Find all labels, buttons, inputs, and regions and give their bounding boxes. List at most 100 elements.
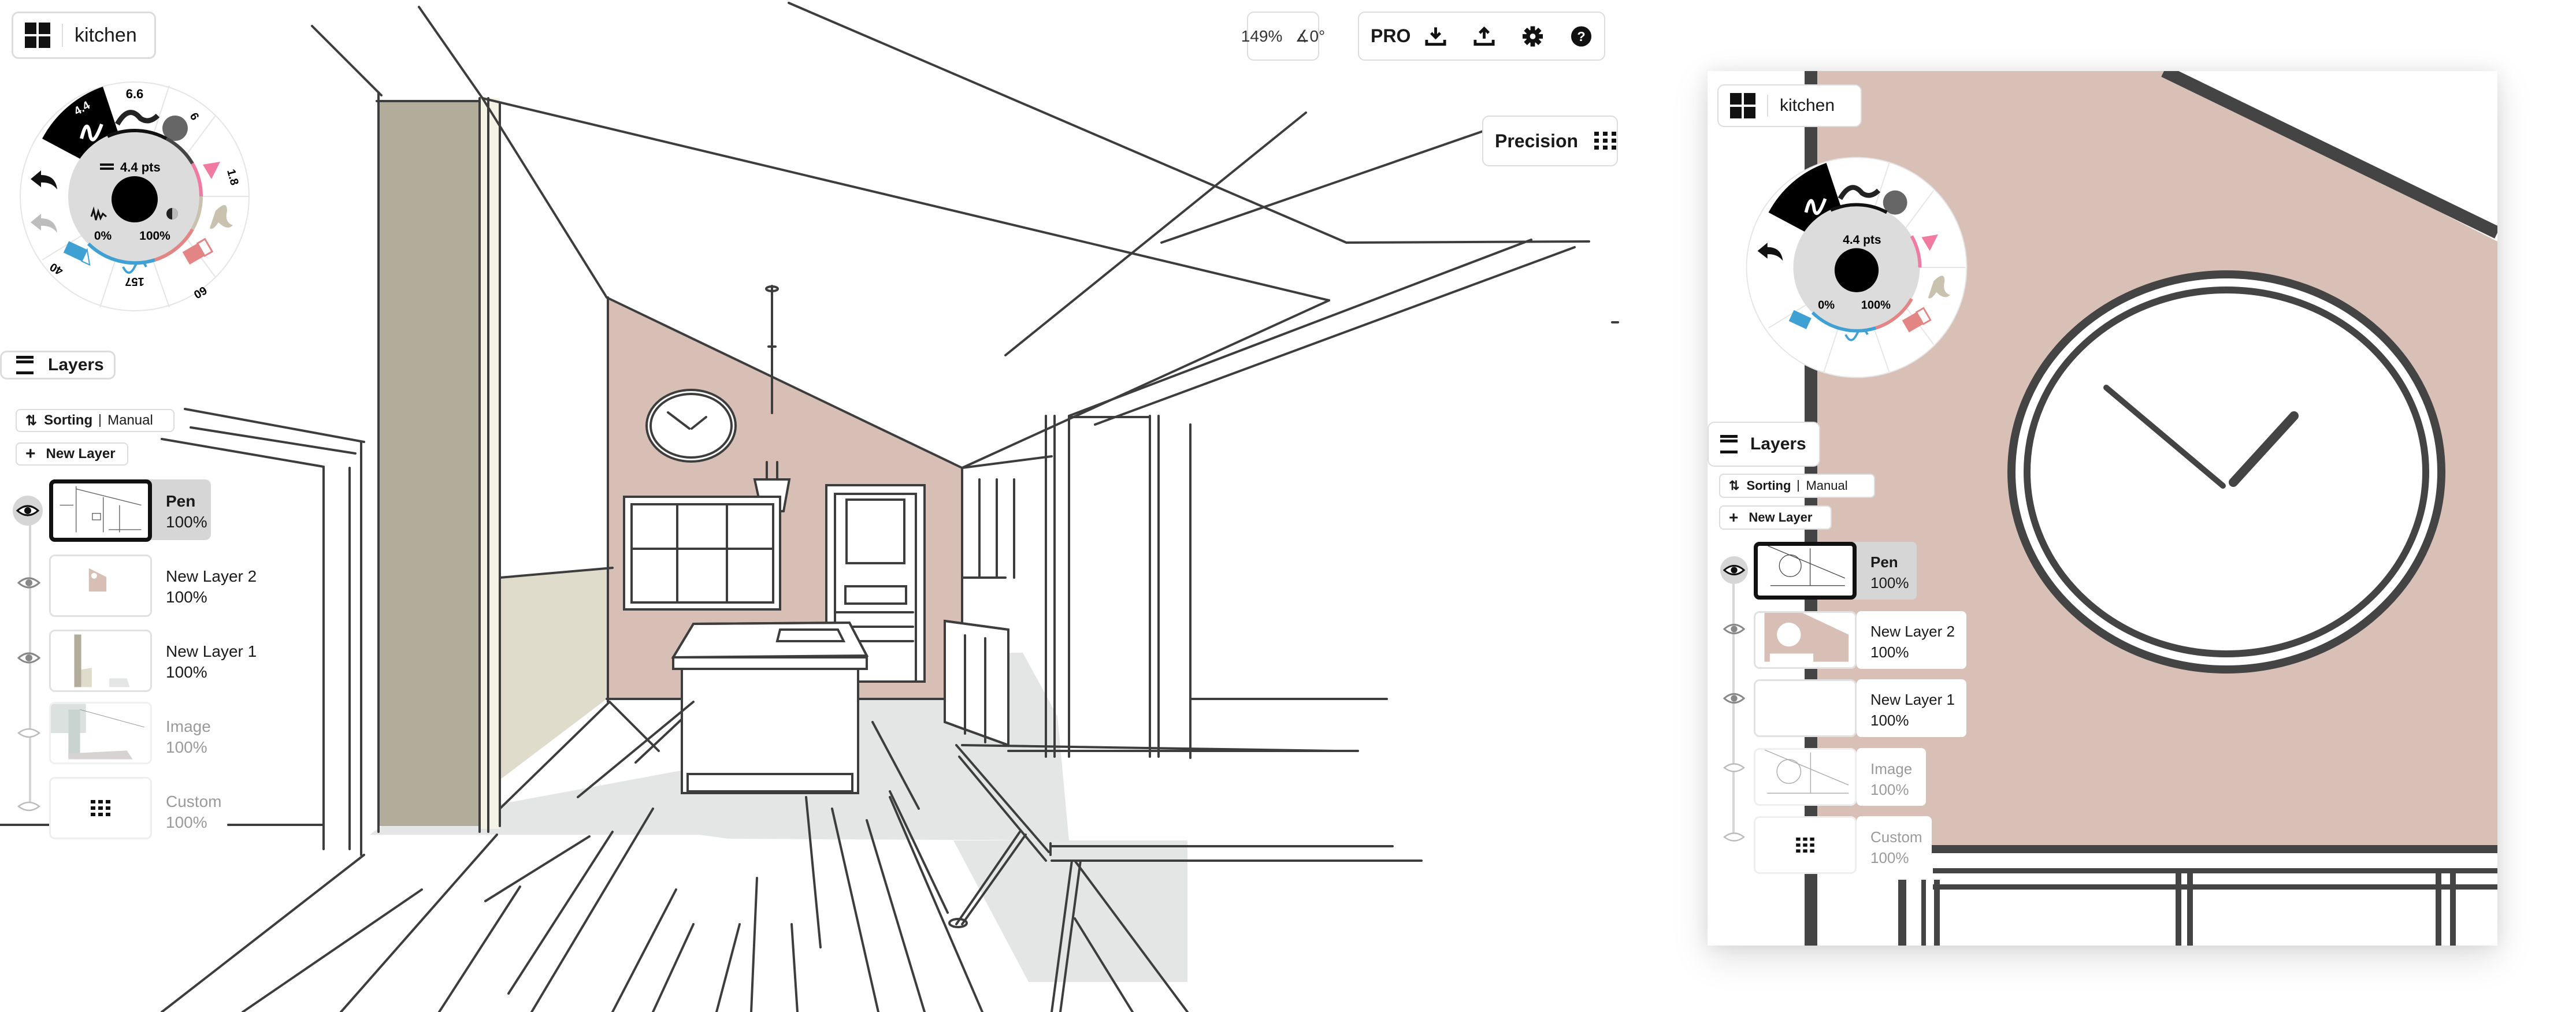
gallery-grid-icon[interactable] bbox=[25, 23, 50, 48]
zoomed-layer-info: New Layer 1 100% bbox=[1870, 689, 1955, 731]
zoom-level: 149% bbox=[1241, 27, 1283, 45]
new-layer-label: New Layer bbox=[46, 446, 116, 462]
eye-visible-icon bbox=[1723, 623, 1746, 638]
zoomed-smoothing-value: 0% bbox=[1818, 299, 1835, 311]
layers-button[interactable]: Layers bbox=[0, 351, 116, 380]
export-icon[interactable] bbox=[1473, 25, 1495, 48]
eye-visible-icon[interactable] bbox=[13, 496, 43, 526]
layer-info-new-layer-1: New Layer 1 100% bbox=[166, 641, 257, 683]
grid-dots-icon bbox=[1594, 132, 1617, 150]
layer-thumbnail-new-layer-1[interactable] bbox=[49, 630, 152, 692]
layer-thumbnail-image[interactable] bbox=[49, 702, 152, 764]
smoothing-value: 0% bbox=[94, 229, 112, 243]
brush-wheel[interactable]: 4.4 6.6 6 1.8 60 157 40 4.4 pts 0% 100% bbox=[19, 81, 250, 312]
zoomed-preview-panel: kitchen 4.4 pts 0% 100% Layers ⇅ Sorting… bbox=[1708, 71, 2497, 946]
zoomed-layer-thumbnail-new-layer-1 bbox=[1754, 679, 1857, 737]
layer-opacity: 100% bbox=[1870, 643, 1909, 661]
eye-visible-icon bbox=[1720, 556, 1748, 584]
grid-dots-icon bbox=[1796, 838, 1814, 853]
layer-opacity: 100% bbox=[1870, 712, 1909, 729]
eye-hidden-icon[interactable] bbox=[17, 800, 41, 816]
size-lines-icon-2 bbox=[100, 168, 114, 170]
eye-visible-icon bbox=[1723, 692, 1746, 708]
zoomed-new-layer-button: + New Layer bbox=[1719, 505, 1832, 530]
plus-icon: + bbox=[1729, 508, 1739, 526]
layers-stack-icon bbox=[16, 356, 34, 374]
layer-opacity: 100% bbox=[166, 813, 207, 831]
sorting-value: Manual bbox=[1806, 478, 1848, 493]
divider bbox=[99, 414, 101, 427]
layer-opacity: 100% bbox=[166, 513, 207, 531]
zoomed-layer-info: Image 100% bbox=[1870, 758, 1912, 800]
layer-name: Pen bbox=[166, 492, 196, 510]
zoomed-layer-thumbnail-pen bbox=[1754, 542, 1857, 600]
layer-name: New Layer 2 bbox=[1870, 623, 1955, 640]
help-icon[interactable]: ? bbox=[1570, 25, 1593, 48]
precision-button[interactable]: Precision bbox=[1482, 116, 1618, 166]
zoomed-layer-info: New Layer 2 100% bbox=[1870, 621, 1955, 663]
import-icon[interactable] bbox=[1424, 25, 1447, 48]
eye-visible-icon[interactable] bbox=[17, 652, 41, 667]
zoom-rotation-indicator[interactable]: 149% ∡0° bbox=[1241, 12, 1325, 61]
zoomed-layer-thumbnail-image bbox=[1754, 748, 1857, 806]
zoomed-layer-thumbnail-new-layer-2 bbox=[1754, 611, 1857, 669]
brush-size-pen: 6.6 bbox=[126, 87, 144, 101]
zoomed-brush-size-label: 4.4 pts bbox=[1843, 233, 1881, 247]
eye-hidden-icon bbox=[1723, 831, 1746, 846]
sorting-button[interactable]: ⇅ Sorting Manual bbox=[16, 409, 175, 432]
eye-visible-icon[interactable] bbox=[17, 576, 41, 592]
main-toolbar: PRO ? bbox=[1358, 12, 1605, 61]
color-swatch[interactable] bbox=[112, 176, 158, 222]
khaki-column bbox=[378, 98, 500, 829]
new-layer-button[interactable]: + New Layer bbox=[16, 442, 128, 466]
brush-size-smoothing: 157 bbox=[125, 275, 144, 288]
gallery-grid-icon[interactable] bbox=[1730, 93, 1755, 118]
brush-size-label[interactable]: 4.4 pts bbox=[120, 160, 161, 174]
layer-opacity: 100% bbox=[166, 738, 207, 756]
size-lines-icon bbox=[100, 163, 114, 166]
document-name[interactable]: kitchen bbox=[75, 24, 137, 47]
sort-arrows-icon: ⇅ bbox=[1729, 478, 1740, 493]
document-name: kitchen bbox=[1780, 96, 1835, 115]
plus-icon: + bbox=[25, 444, 36, 463]
document-title-bar[interactable]: kitchen bbox=[12, 12, 156, 59]
layer-opacity: 100% bbox=[1870, 849, 1909, 866]
zoomed-clock bbox=[2007, 270, 2445, 674]
sort-arrows-icon: ⇅ bbox=[25, 412, 38, 429]
eye-hidden-icon bbox=[1723, 761, 1746, 777]
zoomed-layers-button: Layers bbox=[1708, 422, 1820, 467]
divider bbox=[62, 24, 63, 47]
layer-opacity: 100% bbox=[1870, 781, 1909, 798]
zoomed-document-title-bar[interactable]: kitchen bbox=[1717, 84, 1862, 127]
layer-info-new-layer-2: New Layer 2 100% bbox=[166, 566, 257, 608]
sorting-value: Manual bbox=[107, 412, 153, 428]
beige-wall bbox=[500, 569, 607, 780]
layer-thumbnail-custom[interactable] bbox=[49, 777, 152, 839]
layers-title: Layers bbox=[48, 355, 104, 374]
grid-dots-icon bbox=[91, 800, 110, 816]
layer-name: Custom bbox=[1870, 828, 1922, 846]
layer-opacity: 100% bbox=[1870, 574, 1909, 591]
precision-label: Precision bbox=[1495, 130, 1579, 151]
layer-info-image: Image 100% bbox=[166, 716, 211, 758]
layer-info-pen: Pen 100% bbox=[166, 491, 207, 533]
drawing-canvas[interactable] bbox=[0, 0, 1705, 1012]
layer-thumbnail-new-layer-2[interactable] bbox=[49, 555, 152, 617]
divider bbox=[1798, 480, 1799, 492]
zoomed-layer-info: Pen 100% bbox=[1870, 552, 1909, 593]
zoomed-brush-wheel: 4.4 pts 0% 100% bbox=[1746, 157, 1968, 378]
sorting-label: Sorting bbox=[1746, 478, 1791, 493]
eye-hidden-icon[interactable] bbox=[17, 727, 41, 742]
zoomed-layer-thumbnail-custom bbox=[1754, 816, 1857, 874]
new-layer-label: New Layer bbox=[1749, 510, 1813, 524]
pro-button[interactable]: PRO bbox=[1371, 25, 1416, 47]
settings-icon[interactable] bbox=[1521, 25, 1544, 48]
opacity-value: 100% bbox=[139, 229, 170, 243]
layer-name: New Layer 1 bbox=[166, 642, 257, 660]
zoomed-sorting-button: ⇅ Sorting Manual bbox=[1719, 474, 1875, 498]
zoomed-layer-info: Custom 100% bbox=[1870, 827, 1922, 868]
layer-name: New Layer 2 bbox=[166, 567, 257, 585]
layer-thumbnail-pen[interactable] bbox=[49, 479, 152, 542]
layer-opacity: 100% bbox=[166, 588, 207, 606]
layer-name: Pen bbox=[1870, 553, 1898, 571]
